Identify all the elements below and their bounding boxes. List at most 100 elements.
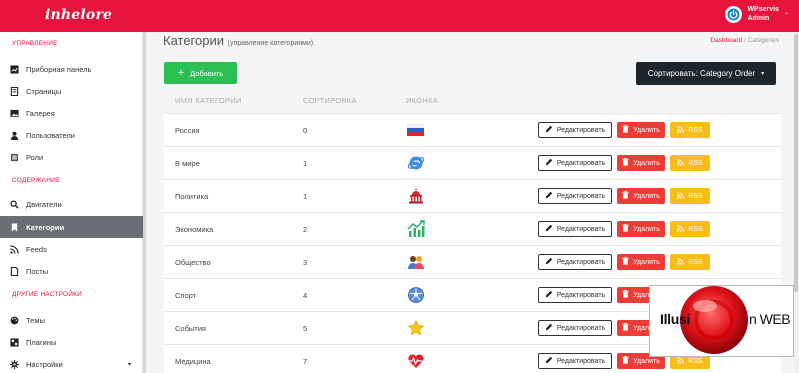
edit-button[interactable]: Редактировать (538, 287, 612, 303)
top-bar: inhelore WPservis Admin ⌄ (0, 0, 799, 32)
category-sort-order: 1 (303, 191, 308, 201)
rss-button[interactable]: RSS (670, 122, 710, 138)
sidebar-item-gallery[interactable]: Галерея (0, 102, 143, 124)
rss-button-label: RSS (688, 126, 703, 134)
sidebar-item-themes[interactable]: Темы (0, 309, 143, 331)
plus-icon: + (177, 67, 185, 79)
scrollbar-thumb[interactable] (794, 34, 798, 292)
rss-icon (677, 224, 685, 234)
roles-icon (10, 153, 19, 162)
pencil-icon (545, 191, 553, 201)
sidebar-item-posts[interactable]: Посты (0, 260, 143, 282)
table-row: В мире 1 Редактировать Удалить RSS (164, 146, 781, 179)
category-name: Общество (175, 257, 211, 267)
app-logo[interactable]: inhelore (45, 7, 112, 23)
edit-button[interactable]: Редактировать (538, 353, 612, 369)
edit-button[interactable]: Редактировать (538, 188, 612, 204)
edit-button-label: Редактировать (556, 324, 606, 332)
user-name: WPservis (747, 6, 779, 13)
add-category-button[interactable]: + Добавить (164, 62, 237, 84)
sidebar-item-label: Категории (26, 222, 65, 232)
caret-down-icon: ▾ (127, 361, 131, 368)
pencil-icon (545, 125, 553, 135)
delete-button[interactable]: Удалить (617, 188, 665, 204)
category-name: В мире (175, 158, 200, 168)
category-sort-order: 2 (303, 224, 308, 234)
sidebar-item-users[interactable]: Пользователи (0, 124, 143, 146)
sidebar-item-label: Плагины (26, 337, 57, 347)
sidebar-item-label: Страницы (26, 86, 62, 96)
gallery-icon (10, 109, 19, 118)
rss-icon (677, 356, 685, 366)
column-header-name[interactable]: ИМЯ КАТЕГОРИИ (175, 96, 242, 105)
category-sort-order: 0 (303, 125, 308, 135)
edit-button[interactable]: Редактировать (538, 155, 612, 171)
breadcrumb-dashboard-link[interactable]: Dashboard (710, 37, 742, 44)
sidebar-item-label: Посты (26, 266, 49, 276)
edit-button-label: Редактировать (556, 225, 606, 233)
delete-button[interactable]: Удалить (617, 122, 665, 138)
trash-icon (622, 257, 629, 267)
breadcrumb-current: Categories (747, 37, 779, 44)
sidebar-item-label: Пользователи (26, 130, 75, 140)
trash-icon (622, 158, 629, 168)
sidebar-item-label: Темы (26, 315, 45, 325)
delete-button-label: Удалить (633, 225, 660, 233)
category-sort-order: 1 (303, 158, 308, 168)
column-header-sort[interactable]: СОРТИРОВКА (303, 96, 357, 105)
growth-chart-icon (406, 220, 425, 239)
table-row: Общество 3 Редактировать Удалить RSS (164, 245, 781, 278)
sidebar-item-plugins[interactable]: Плагины (0, 331, 143, 353)
sidebar-item-engines[interactable]: Двигатели (0, 193, 143, 215)
edit-button-label: Редактировать (556, 357, 606, 365)
trash-icon (622, 191, 629, 201)
sidebar-item-label: Feeds (26, 244, 47, 254)
rss-button[interactable]: RSS (670, 155, 710, 171)
edit-button[interactable]: Редактировать (538, 221, 612, 237)
add-button-label: Добавить (190, 68, 224, 78)
heartbeat-icon (406, 352, 425, 371)
user-icon (10, 131, 19, 140)
sidebar-item-label: Двигатели (26, 199, 62, 209)
edit-button[interactable]: Редактировать (538, 254, 612, 270)
sidebar-item-dashboard[interactable]: Приборная панель (0, 58, 143, 80)
pages-icon (10, 86, 19, 96)
sidebar-item-pages[interactable]: Страницы (0, 80, 143, 102)
trash-icon (622, 224, 629, 234)
rss-icon (10, 244, 19, 254)
rss-icon (677, 191, 685, 201)
sidebar-scrollbar[interactable] (143, 32, 146, 373)
sort-button-label: Сортировать: Category Order (647, 69, 756, 78)
edit-button-label: Редактировать (556, 159, 606, 167)
sidebar-item-categories[interactable]: Категории (0, 216, 143, 238)
sidebar-item-roles[interactable]: Роли (0, 146, 143, 168)
delete-button[interactable]: Удалить (617, 155, 665, 171)
sidebar-item-label: Приборная панель (26, 64, 92, 74)
edit-button-label: Редактировать (556, 192, 606, 200)
category-sort-order: 3 (303, 257, 308, 267)
category-name: События (175, 323, 206, 333)
chevron-down-icon: ⌄ (783, 9, 789, 16)
rss-button[interactable]: RSS (670, 188, 710, 204)
rss-button[interactable]: RSS (670, 254, 710, 270)
category-name: Россия (175, 125, 200, 135)
rss-button-label: RSS (688, 357, 703, 365)
trash-icon (622, 125, 629, 135)
rss-button-label: RSS (688, 192, 703, 200)
edit-button[interactable]: Редактировать (538, 122, 612, 138)
category-sort-order: 4 (303, 290, 308, 300)
pencil-icon (545, 224, 553, 234)
delete-button[interactable]: Удалить (617, 221, 665, 237)
rss-button[interactable]: RSS (670, 221, 710, 237)
sidebar-section-content: СОДЕРЖАНИЕ (12, 177, 61, 184)
palette-icon (10, 316, 19, 325)
delete-button[interactable]: Удалить (617, 254, 665, 270)
sidebar-item-feeds[interactable]: Feeds (0, 238, 143, 260)
user-menu[interactable]: WPservis Admin ⌄ (725, 5, 789, 23)
sort-dropdown-button[interactable]: Сортировать: Category Order ▾ (636, 62, 776, 85)
pencil-icon (545, 290, 553, 300)
edit-button[interactable]: Редактировать (538, 320, 612, 336)
breadcrumb-separator: / (743, 37, 746, 44)
sidebar-item-settings[interactable]: Настройки ▾ (0, 353, 143, 373)
delete-button-label: Удалить (633, 357, 660, 365)
